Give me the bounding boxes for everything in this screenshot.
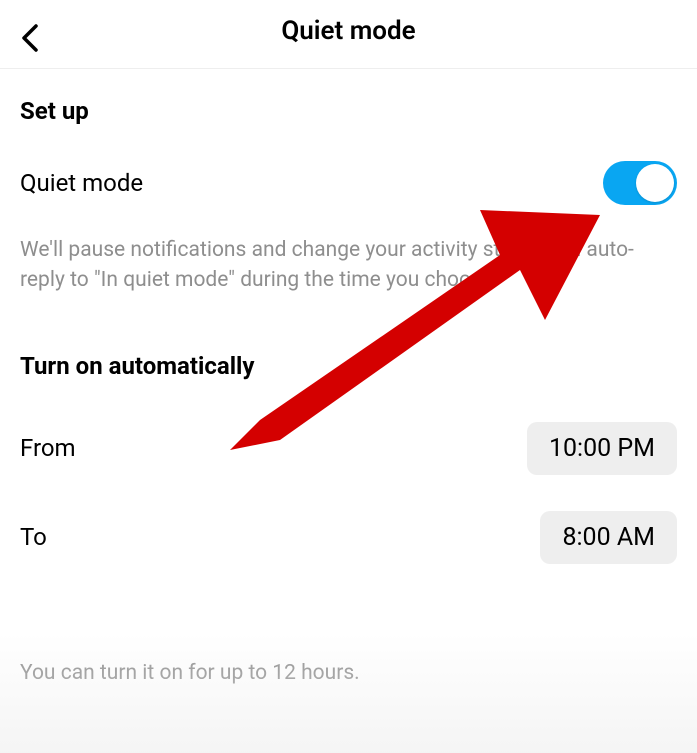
back-button[interactable] <box>10 18 50 58</box>
from-label: From <box>20 434 76 462</box>
to-time-row: To 8:00 AM <box>20 511 677 564</box>
setup-heading: Set up <box>20 97 677 125</box>
from-time-picker[interactable]: 10:00 PM <box>527 422 677 475</box>
bottom-fade <box>0 633 697 753</box>
quiet-mode-toggle-row: Quiet mode <box>20 161 677 205</box>
quiet-mode-label: Quiet mode <box>20 169 143 197</box>
toggle-knob <box>636 164 674 202</box>
schedule-heading: Turn on automatically <box>20 352 677 380</box>
header: Quiet mode <box>0 0 697 69</box>
from-time-row: From 10:00 PM <box>20 422 677 475</box>
content: Set up Quiet mode We'll pause notificati… <box>0 69 697 564</box>
quiet-mode-description: We'll pause notifications and change you… <box>20 235 677 296</box>
page-title: Quiet mode <box>20 16 677 46</box>
quiet-mode-toggle[interactable] <box>603 161 677 205</box>
to-label: To <box>20 523 47 551</box>
duration-note: You can turn it on for up to 12 hours. <box>0 661 380 685</box>
to-time-picker[interactable]: 8:00 AM <box>540 511 677 564</box>
chevron-left-icon <box>20 24 40 52</box>
